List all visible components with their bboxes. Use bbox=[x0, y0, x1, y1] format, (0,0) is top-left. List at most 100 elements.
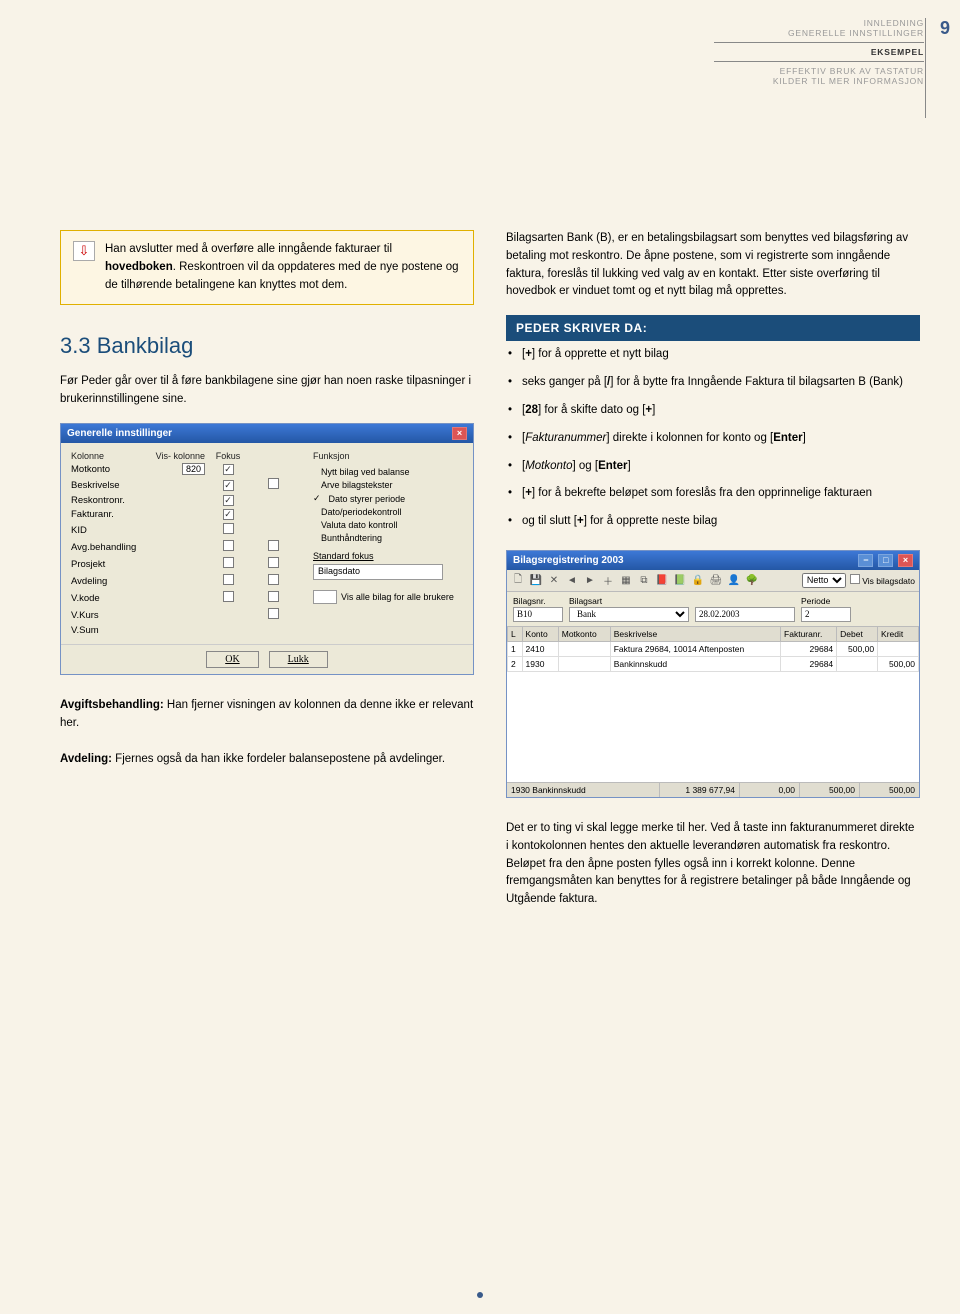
settings-row-label: Avg.behandling bbox=[71, 542, 151, 553]
closing-paragraph: Det er to ting vi skal legge merke til h… bbox=[506, 820, 920, 909]
transfer-icon: ⇩ bbox=[73, 241, 95, 261]
peder-list-item: og til slutt [+] for å opprette neste bi… bbox=[506, 508, 920, 536]
print-icon[interactable]: 🖨 bbox=[709, 573, 723, 587]
funksjon-label: Bunthåndtering bbox=[321, 533, 382, 543]
settings-grid: Kolonne Vis- kolonne Fokus Motkonto820✓B… bbox=[71, 451, 295, 636]
copy-icon[interactable]: ⧉ bbox=[637, 573, 651, 587]
peder-list-item: [Motkonto] og [Enter] bbox=[506, 453, 920, 481]
dialog-title: Generelle innstillinger bbox=[67, 428, 172, 439]
callout-box: ⇩ Han avslutter med å overføre alle inng… bbox=[60, 230, 474, 305]
bilag-col-header: Konto bbox=[522, 626, 558, 641]
header-vertical-rule bbox=[925, 18, 926, 118]
vis-checkbox[interactable] bbox=[223, 574, 234, 585]
table-row[interactable]: 21930Bankinnskudd29684500,00 bbox=[508, 656, 919, 671]
bilag-table: LKontoMotkontoBeskrivelseFakturanr.Debet… bbox=[507, 626, 919, 672]
fokus-checkbox[interactable] bbox=[268, 540, 279, 551]
vis-checkbox[interactable] bbox=[223, 591, 234, 602]
peder-list-item: [+] for å bekrefte beløpet som foreslås … bbox=[506, 480, 920, 508]
bilagsart-select[interactable]: Bank bbox=[569, 607, 689, 622]
fokus-checkbox[interactable] bbox=[268, 608, 279, 619]
bilag-col-header: L bbox=[508, 626, 523, 641]
settings-row-label: Prosjekt bbox=[71, 559, 151, 570]
tree-icon[interactable]: 🌳 bbox=[745, 573, 759, 587]
nav-item: KILDER TIL MER INFORMASJON bbox=[714, 76, 924, 86]
nav-item-active: EKSEMPEL bbox=[714, 47, 924, 57]
plus-icon[interactable]: ＋ bbox=[601, 573, 615, 587]
lock-icon[interactable]: 🔒 bbox=[691, 573, 705, 587]
grid-icon[interactable]: ▦ bbox=[619, 573, 633, 587]
settings-row-label: Fakturanr. bbox=[71, 509, 151, 520]
book-icon[interactable]: 📕 bbox=[655, 573, 669, 587]
bilag-dialog: Bilagsregistrering 2003 − □ × 🗋 💾 ✕ ◄ ► … bbox=[506, 550, 920, 798]
settings-dialog: Generelle innstillinger × Kolonne Vis- k… bbox=[60, 423, 474, 675]
standard-fokus-label: Standard fokus bbox=[313, 551, 463, 561]
right-intro: Bilagsarten Bank (B), er en betalingsbil… bbox=[506, 230, 920, 301]
next-icon[interactable]: ► bbox=[583, 573, 597, 587]
fokus-checkbox[interactable] bbox=[268, 557, 279, 568]
delete-icon[interactable]: ✕ bbox=[547, 573, 561, 587]
vis-checkbox[interactable]: ✓ bbox=[223, 480, 234, 491]
right-column: Bilagsarten Bank (B), er en betalingsbil… bbox=[506, 230, 920, 923]
window-buttons[interactable]: − □ × bbox=[856, 554, 913, 567]
bilag-col-header: Beskrivelse bbox=[610, 626, 780, 641]
bilag-col-header: Kredit bbox=[878, 626, 919, 641]
prev-icon[interactable]: ◄ bbox=[565, 573, 579, 587]
footer-dot-icon bbox=[477, 1292, 483, 1298]
netto-select[interactable]: Netto bbox=[802, 573, 846, 588]
funksjon-label: Dato/periodekontroll bbox=[321, 507, 402, 517]
vis-checkbox[interactable] bbox=[223, 523, 234, 534]
section-intro: Før Peder går over til å føre bankbilage… bbox=[60, 373, 474, 409]
table-row[interactable]: 12410Faktura 29684, 10014 Aftenposten296… bbox=[508, 641, 919, 656]
standard-fokus-input[interactable]: Bilagsdato bbox=[313, 564, 443, 580]
vis-alle-label: Vis alle bilag for alle brukere bbox=[341, 592, 454, 602]
funksjon-label: Valuta dato kontroll bbox=[321, 520, 397, 530]
dato-input[interactable] bbox=[695, 607, 795, 622]
settings-row-label: Reskontronr. bbox=[71, 495, 151, 506]
page-header-nav: INNLEDNING GENERELLE INNSTILLINGER EKSEM… bbox=[714, 18, 924, 86]
bilag-col-header: Fakturanr. bbox=[781, 626, 837, 641]
vis-checkbox[interactable] bbox=[223, 540, 234, 551]
user-icon[interactable]: 👤 bbox=[727, 573, 741, 587]
vis-count-input[interactable] bbox=[313, 590, 337, 604]
fokus-checkbox[interactable] bbox=[268, 478, 279, 489]
peder-list: [+] for å opprette et nytt bilagseks gan… bbox=[506, 341, 920, 536]
ok-button[interactable]: OK bbox=[206, 651, 258, 668]
periode-input[interactable] bbox=[801, 607, 851, 622]
peder-list-item: [+] for å opprette et nytt bilag bbox=[506, 341, 920, 369]
bilag-col-header: Motkonto bbox=[558, 626, 610, 641]
settings-row-label: V.Kurs bbox=[71, 610, 151, 621]
new-icon[interactable]: 🗋 bbox=[511, 573, 525, 587]
settings-num-input[interactable]: 820 bbox=[182, 463, 205, 475]
close-icon[interactable]: × bbox=[452, 427, 467, 440]
bilag-toolbar[interactable]: 🗋 💾 ✕ ◄ ► ＋ ▦ ⧉ 📕 📗 🔒 🖨 👤 🌳 Netto Vis bi… bbox=[507, 570, 919, 592]
page-number: 9 bbox=[940, 18, 950, 39]
peder-list-item: [Fakturanummer] direkte i kolonnen for k… bbox=[506, 425, 920, 453]
funksjon-checkbox[interactable]: ✓ bbox=[313, 493, 321, 504]
funksjon-label: Dato styrer periode bbox=[329, 494, 406, 504]
bilagsnr-input[interactable] bbox=[513, 607, 563, 622]
bilag-footer: 1930 Bankinnskudd 1 389 677,94 0,00 500,… bbox=[507, 782, 919, 797]
book2-icon[interactable]: 📗 bbox=[673, 573, 687, 587]
nav-item: INNLEDNING bbox=[714, 18, 924, 28]
window-buttons[interactable]: × bbox=[450, 427, 467, 440]
dialog-title: Bilagsregistrering 2003 bbox=[513, 555, 624, 566]
left-column: ⇩ Han avslutter med å overføre alle inng… bbox=[60, 230, 474, 923]
save-icon[interactable]: 💾 bbox=[529, 573, 543, 587]
settings-row-label: Beskrivelse bbox=[71, 480, 151, 491]
vis-checkbox[interactable] bbox=[223, 557, 234, 568]
maximize-icon[interactable]: □ bbox=[878, 554, 893, 567]
vis-checkbox[interactable]: ✓ bbox=[223, 495, 234, 506]
section-heading: 3.3 Bankbilag bbox=[60, 333, 474, 359]
vis-checkbox[interactable]: ✓ bbox=[223, 509, 234, 520]
peder-skriver-heading: PEDER SKRIVER DA: bbox=[506, 315, 920, 341]
peder-list-item: seks ganger på [/] for å bytte fra Inngå… bbox=[506, 369, 920, 397]
nav-item: GENERELLE INNSTILLINGER bbox=[714, 28, 924, 38]
vis-checkbox[interactable]: ✓ bbox=[223, 464, 234, 475]
fokus-checkbox[interactable] bbox=[268, 591, 279, 602]
fokus-checkbox[interactable] bbox=[268, 574, 279, 585]
lukk-button[interactable]: Lukk bbox=[269, 651, 328, 668]
minimize-icon[interactable]: − bbox=[858, 554, 873, 567]
settings-row-label: Avdeling bbox=[71, 576, 151, 587]
close-icon[interactable]: × bbox=[898, 554, 913, 567]
peder-list-item: [28] for å skifte dato og [+] bbox=[506, 397, 920, 425]
